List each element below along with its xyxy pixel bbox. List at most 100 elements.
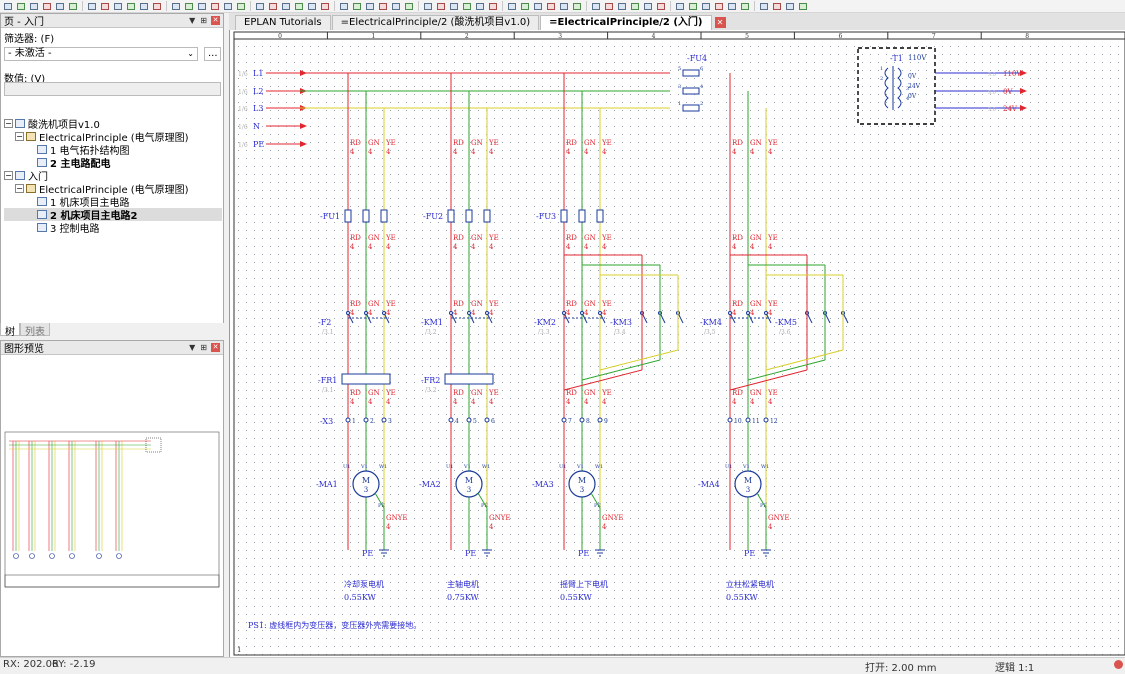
- panel-menu-icon[interactable]: ▼: [189, 16, 195, 25]
- toolbar-tool-icon[interactable]: [558, 1, 570, 12]
- toolbar-tool-icon[interactable]: [390, 1, 402, 12]
- toolbar-tool-icon[interactable]: [28, 1, 40, 12]
- close-tab-icon[interactable]: ✕: [714, 17, 726, 28]
- toolbar-tool-icon[interactable]: [571, 1, 583, 12]
- toolbar-tool-icon[interactable]: [15, 1, 27, 12]
- toolbar-tool-icon[interactable]: [655, 1, 667, 12]
- toolbar-tool-icon[interactable]: [532, 1, 544, 12]
- toolbar-tool-icon[interactable]: [67, 1, 79, 12]
- tree-item[interactable]: 3 控制电路: [4, 221, 222, 235]
- toolbar-tool-icon[interactable]: [642, 1, 654, 12]
- toolbar-tool-icon[interactable]: [151, 1, 163, 12]
- contactor-ref: /3.5: [704, 329, 716, 336]
- toolbar-tool-icon[interactable]: [293, 1, 305, 12]
- ruler-label: 1: [371, 33, 375, 40]
- toolbar-tool-icon[interactable]: [319, 1, 331, 12]
- toolbar-tool-icon[interactable]: [338, 1, 350, 12]
- preview-thumbnail[interactable]: [1, 356, 223, 657]
- tab-tree[interactable]: 树: [0, 323, 20, 338]
- toolbar-tool-icon[interactable]: [41, 1, 53, 12]
- toolbar-tool-icon[interactable]: [474, 1, 486, 12]
- toolbar-tool-icon[interactable]: [726, 1, 738, 12]
- collapse-icon[interactable]: −: [4, 171, 13, 180]
- toolbar-tool-icon[interactable]: [435, 1, 447, 12]
- toolbar-tool-icon[interactable]: [771, 1, 783, 12]
- wire-color-code: YE: [385, 300, 396, 308]
- close-icon[interactable]: ✕: [211, 343, 220, 352]
- toolbar-tool-icon[interactable]: [183, 1, 195, 12]
- filter-select[interactable]: - 未激活 - ⌄: [4, 47, 198, 61]
- toolbar-tool-icon[interactable]: [422, 1, 434, 12]
- toolbar-tool-icon[interactable]: [306, 1, 318, 12]
- wire-color-code: GN: [750, 389, 762, 397]
- toolbar-tool-icon[interactable]: [616, 1, 628, 12]
- toolbar-tool-icon[interactable]: [209, 1, 221, 12]
- schematic-sheet[interactable]: 0 1 2 3 4 5 6 7 8 1 1/6 L1 1/6 L2 1/6 L3 1/6 N 1/6 PE RD 4 GN 4…: [229, 30, 1125, 657]
- toolbar-tool-icon[interactable]: [713, 1, 725, 12]
- collapse-icon[interactable]: −: [15, 184, 24, 193]
- toolbar-tool-icon[interactable]: [86, 1, 98, 12]
- toolbar-tool-icon[interactable]: [519, 1, 531, 12]
- toolbar-tool-icon[interactable]: [196, 1, 208, 12]
- ground-label: PE: [362, 549, 373, 558]
- toolbar-tool-icon[interactable]: [267, 1, 279, 12]
- toolbar-tool-icon[interactable]: [687, 1, 699, 12]
- toolbar-tool-icon[interactable]: [280, 1, 292, 12]
- transformer-pin: 3: [906, 86, 909, 92]
- tab-list[interactable]: 列表: [20, 323, 50, 338]
- toolbar-tool-icon[interactable]: [403, 1, 415, 12]
- toolbar-tool-icon[interactable]: [54, 1, 66, 12]
- toolbar-tool-icon[interactable]: [254, 1, 266, 12]
- toolbar-separator: [82, 1, 83, 11]
- chevron-down-icon: ⌄: [187, 49, 194, 58]
- toolbar-tool-icon[interactable]: [506, 1, 518, 12]
- toolbar-tool-icon[interactable]: [700, 1, 712, 12]
- close-icon[interactable]: ✕: [211, 16, 220, 25]
- toolbar-tool-icon[interactable]: [603, 1, 615, 12]
- toolbar-tool-icon[interactable]: [222, 1, 234, 12]
- terminal-number: 12: [770, 418, 778, 425]
- toolbar-tool-icon[interactable]: [448, 1, 460, 12]
- toolbar-tool-icon[interactable]: [461, 1, 473, 12]
- collapse-icon[interactable]: −: [4, 119, 13, 128]
- toolbar-tool-icon[interactable]: [545, 1, 557, 12]
- ruler-label: 3: [558, 33, 562, 40]
- schematic-canvas[interactable]: 0 1 2 3 4 5 6 7 811/6 L11/6 L21/6 L31/6 N1/6 PE RD4GN4…: [230, 30, 1125, 657]
- error-icon[interactable]: [1114, 660, 1123, 669]
- value-field[interactable]: [4, 82, 221, 96]
- toolbar-tool-icon[interactable]: [235, 1, 247, 12]
- wire-cross-section: 4: [732, 243, 737, 251]
- toolbar-tool-icon[interactable]: [351, 1, 363, 12]
- document-tab[interactable]: =ElectricalPrinciple/2 (酸洗机项目v1.0): [331, 15, 540, 30]
- collapse-icon[interactable]: −: [15, 132, 24, 141]
- pin-icon[interactable]: ⊞: [200, 16, 207, 25]
- toolbar-tool-icon[interactable]: [138, 1, 150, 12]
- toolbar-tool-icon[interactable]: [784, 1, 796, 12]
- toolbar-tool-icon[interactable]: [112, 1, 124, 12]
- toolbar-tool-icon[interactable]: [674, 1, 686, 12]
- toolbar-tool-icon[interactable]: [125, 1, 137, 12]
- document-tab[interactable]: EPLAN Tutorials: [235, 15, 331, 30]
- toolbar-tool-icon[interactable]: [797, 1, 809, 12]
- toolbar-tool-icon[interactable]: [739, 1, 751, 12]
- pe-color-code: GNYE: [768, 514, 789, 522]
- wire-color-code: RD: [566, 300, 577, 308]
- filter-more-button[interactable]: ...: [204, 47, 221, 61]
- toolbar-tool-icon[interactable]: [629, 1, 641, 12]
- toolbar-tool-icon[interactable]: [758, 1, 770, 12]
- document-tab[interactable]: =ElectricalPrinciple/2 (入门): [540, 15, 712, 30]
- tree-item[interactable]: 2 机床项目主电路2: [4, 208, 222, 222]
- terminal-number: 4: [455, 418, 459, 425]
- contactor-tag: -F2: [318, 318, 331, 327]
- toolbar-tool-icon[interactable]: [99, 1, 111, 12]
- toolbar-tool-icon[interactable]: [487, 1, 499, 12]
- toolbar-tool-icon[interactable]: [377, 1, 389, 12]
- pin-icon[interactable]: ⊞: [200, 343, 207, 352]
- toolbar-tool-icon[interactable]: [170, 1, 182, 12]
- panel-menu-icon[interactable]: ▼: [189, 343, 195, 352]
- toolbar-tool-icon[interactable]: [2, 1, 14, 12]
- contact-dot: [467, 311, 471, 315]
- tree-item[interactable]: 1 电气拓扑结构图: [4, 143, 222, 157]
- toolbar-tool-icon[interactable]: [590, 1, 602, 12]
- toolbar-tool-icon[interactable]: [364, 1, 376, 12]
